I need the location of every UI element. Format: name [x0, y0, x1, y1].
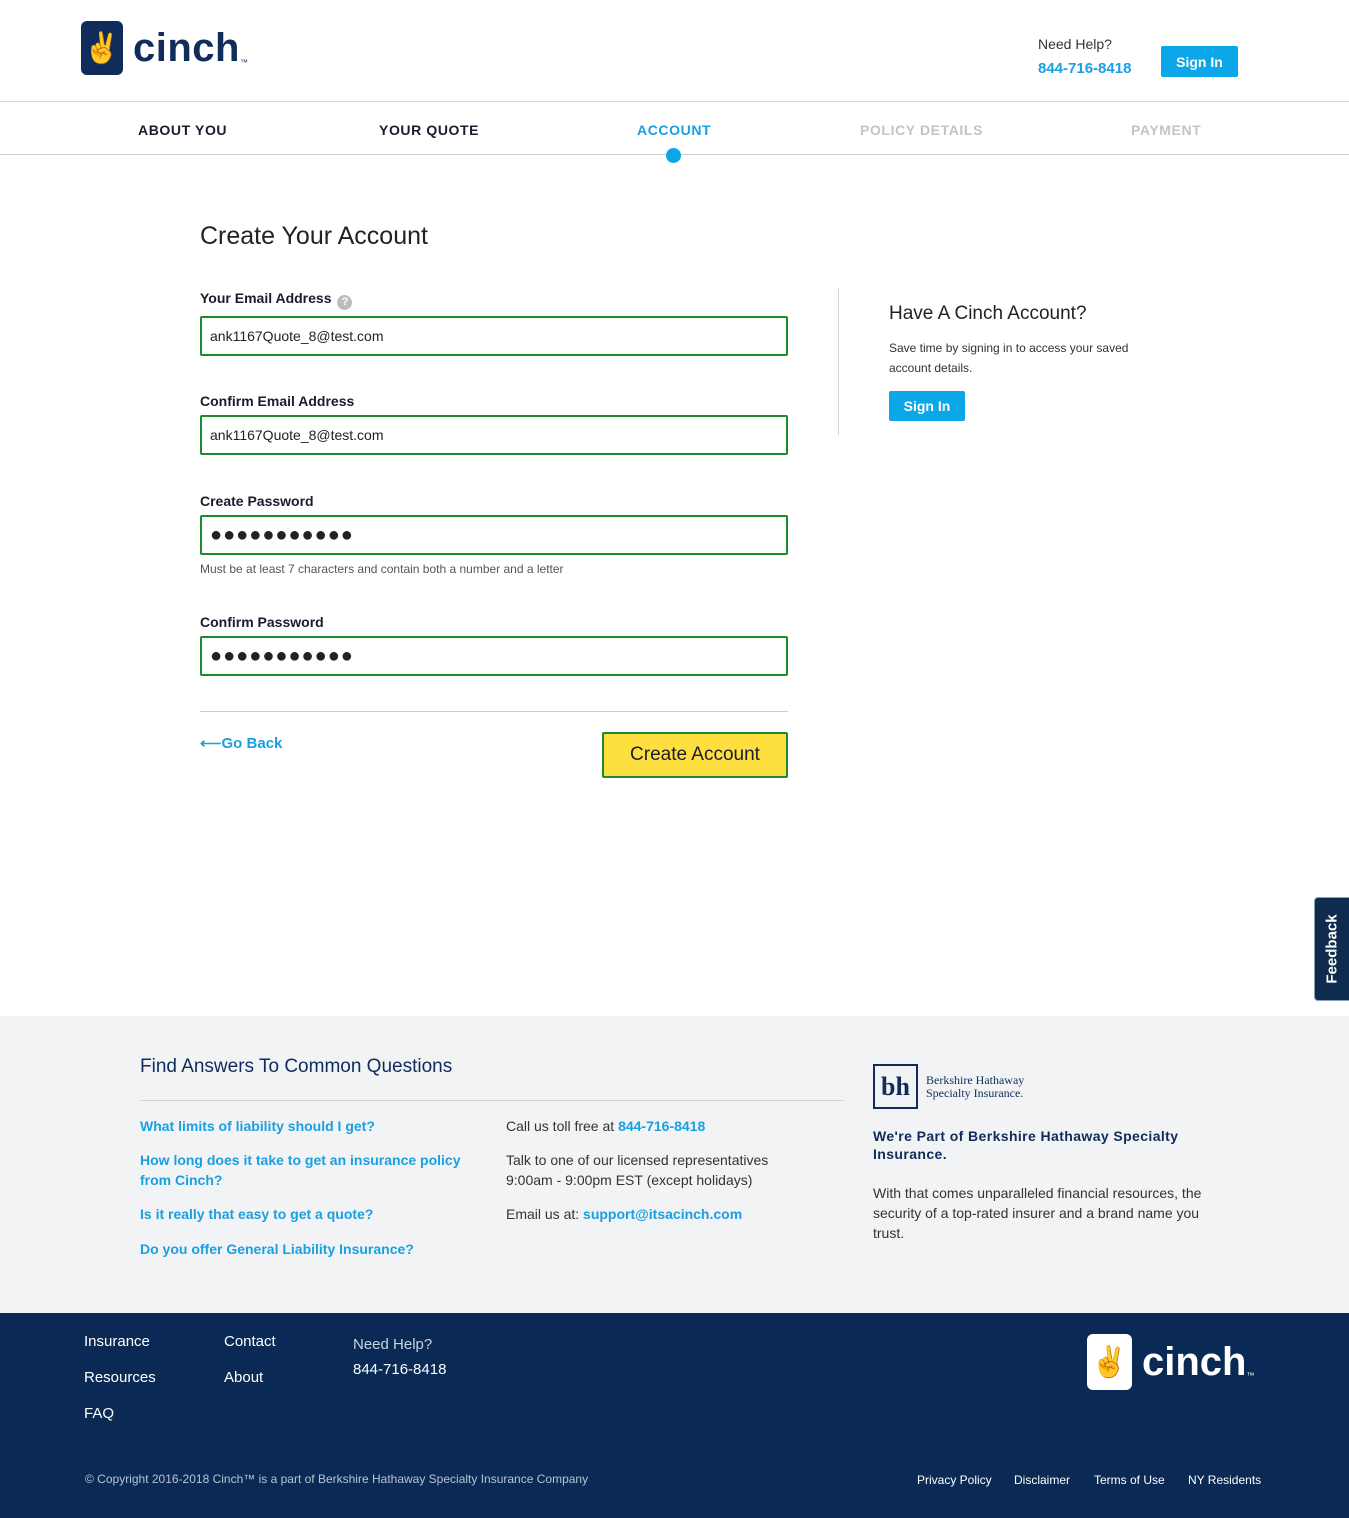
ny-residents-link[interactable]: NY Residents	[1188, 1473, 1261, 1487]
faq-phone-link[interactable]: 844-716-8418	[618, 1118, 705, 1134]
create-account-button[interactable]: Create Account	[602, 732, 788, 778]
faq-question-link[interactable]: What limits of liability should I get?	[140, 1116, 485, 1136]
confirm-password-label: Confirm Password	[200, 614, 324, 630]
active-step-indicator	[666, 148, 681, 163]
footer-help-label: Need Help?	[353, 1336, 433, 1353]
cinch-hand-icon: ✌	[1087, 1334, 1132, 1390]
footer-link-resources[interactable]: Resources	[84, 1369, 156, 1386]
faq-question-link[interactable]: Do you offer General Liability Insurance…	[140, 1239, 485, 1259]
help-label: Need Help?	[1038, 36, 1112, 52]
cinch-hand-icon: ✌	[81, 21, 123, 75]
email-field[interactable]	[200, 316, 788, 356]
header-sign-in-button[interactable]: Sign In	[1161, 46, 1238, 77]
footer-cinch-logo[interactable]: ✌ cinch ™	[1087, 1334, 1254, 1390]
arrow-left-icon: ⟵	[200, 735, 222, 752]
email-line: Email us at: support@itsacinch.com	[506, 1204, 816, 1224]
cinch-logo[interactable]: ✌ cinch ™	[81, 21, 248, 75]
password-field[interactable]	[200, 515, 788, 555]
question-circle-icon[interactable]: ?	[337, 295, 353, 310]
bh-mark-icon: bh	[873, 1064, 918, 1109]
side-text: Save time by signing in to access your s…	[889, 341, 1129, 375]
support-email-link[interactable]: support@itsacinch.com	[583, 1206, 742, 1222]
faq-question-link[interactable]: How long does it take to get an insuranc…	[140, 1150, 485, 1190]
side-divider	[838, 288, 839, 435]
confirm-email-field[interactable]	[200, 415, 788, 455]
progress-steps: ABOUT YOU YOUR QUOTE ACCOUNT POLICY DETA…	[0, 102, 1349, 155]
faq-title: Find Answers To Common Questions	[140, 1056, 453, 1077]
email-label: Your Email Address?	[200, 290, 353, 310]
site-footer: Insurance Resources FAQ Contact About Ne…	[0, 1313, 1349, 1518]
terms-of-use-link[interactable]: Terms of Use	[1094, 1473, 1165, 1487]
password-hint: Must be at least 7 characters and contai…	[200, 562, 564, 576]
footer-link-insurance[interactable]: Insurance	[84, 1333, 150, 1350]
side-sign-in-button[interactable]: Sign In	[889, 391, 965, 421]
footer-link-faq[interactable]: FAQ	[84, 1405, 114, 1422]
call-prefix: Call us toll free at	[506, 1118, 615, 1134]
faq-section: Find Answers To Common Questions What li…	[0, 1016, 1349, 1313]
confirm-password-field[interactable]	[200, 636, 788, 676]
call-line: Call us toll free at 844-716-8418	[506, 1116, 816, 1136]
email-label-text: Your Email Address	[200, 290, 332, 306]
bh-heading: We're Part of Berkshire Hathaway Special…	[873, 1128, 1179, 1162]
privacy-policy-link[interactable]: Privacy Policy	[917, 1473, 992, 1487]
bh-body: With that comes unparalleled financial r…	[873, 1185, 1202, 1241]
bh-name-line1: Berkshire Hathaway	[926, 1072, 1025, 1087]
header-help: Need Help? 844-716-8418	[1038, 36, 1131, 77]
bh-logo-text: Berkshire Hathaway Specialty Insurance.	[926, 1072, 1025, 1100]
help-phone-link[interactable]: 844-716-8418	[1038, 60, 1131, 77]
page-title: Create Your Account	[200, 222, 428, 250]
disclaimer-link[interactable]: Disclaimer	[1014, 1473, 1070, 1487]
email-prefix: Email us at:	[506, 1206, 580, 1222]
footer-logo-wordmark: cinch	[1142, 1339, 1247, 1384]
berkshire-hathaway-logo: bh Berkshire Hathaway Specialty Insuranc…	[873, 1064, 1024, 1109]
footer-logo-trademark: ™	[1246, 1371, 1255, 1380]
faq-divider	[140, 1100, 843, 1101]
step-about-you[interactable]: ABOUT YOU	[138, 122, 227, 138]
feedback-label: Feedback	[1323, 914, 1341, 984]
step-payment: PAYMENT	[1131, 122, 1202, 138]
faq-question-link[interactable]: Is it really that easy to get a quote?	[140, 1204, 485, 1224]
logo-trademark: ™	[239, 58, 248, 67]
go-back-label: Go Back	[221, 735, 283, 752]
step-policy-details: POLICY DETAILS	[860, 122, 984, 138]
footer-link-contact[interactable]: Contact	[224, 1333, 276, 1350]
talk-text: Talk to one of our licensed representati…	[506, 1152, 769, 1188]
step-your-quote[interactable]: YOUR QUOTE	[379, 122, 479, 138]
form-divider	[200, 711, 788, 712]
confirm-email-label: Confirm Email Address	[200, 393, 355, 409]
feedback-tab[interactable]: Feedback	[1314, 897, 1349, 1001]
bh-name-line2: Specialty Insurance.	[926, 1085, 1024, 1100]
logo-wordmark: cinch	[133, 25, 240, 70]
copyright-text: © Copyright 2016-2018 Cinch™ is a part o…	[85, 1472, 589, 1486]
footer-link-about[interactable]: About	[224, 1369, 263, 1386]
side-title: Have A Cinch Account?	[889, 303, 1087, 324]
site-header: ✌ cinch ™ Need Help? 844-716-8418 Sign I…	[0, 0, 1349, 102]
step-account: ACCOUNT	[637, 122, 712, 138]
password-label: Create Password	[200, 493, 314, 509]
go-back-link[interactable]: ⟵Go Back	[200, 734, 282, 752]
footer-help-phone[interactable]: 844-716-8418	[353, 1361, 446, 1378]
